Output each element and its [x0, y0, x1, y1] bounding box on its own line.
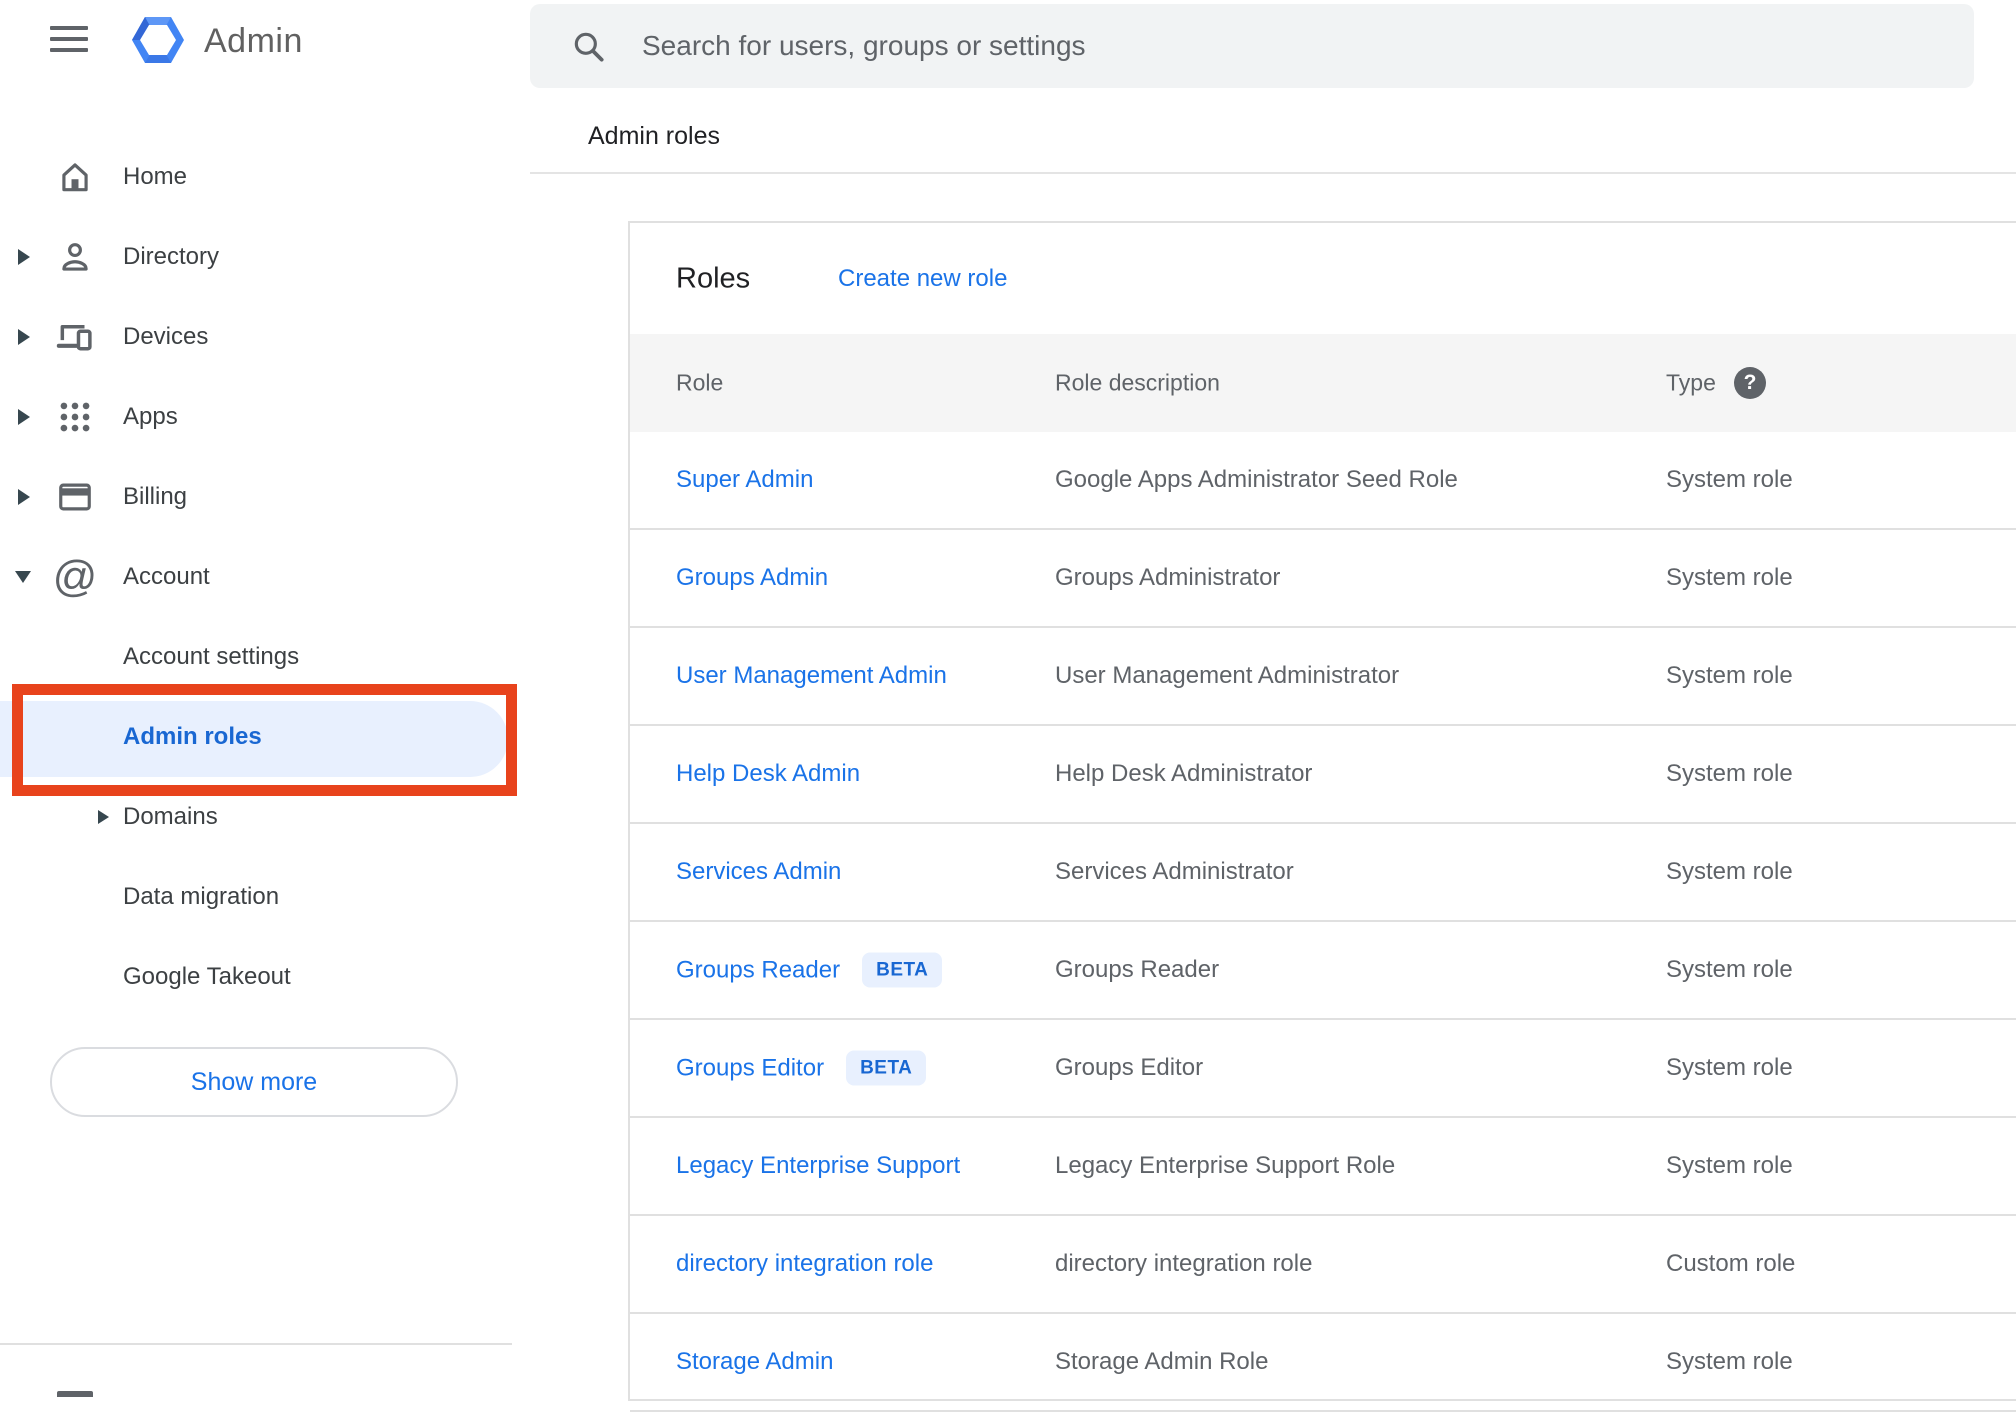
beta-badge: BETA — [862, 952, 943, 988]
app-title: Admin — [204, 22, 303, 60]
sidebar-item-directory[interactable]: Directory — [0, 217, 514, 297]
sidebar-item-label: Domains — [123, 803, 218, 830]
person-icon — [56, 238, 94, 276]
roles-card-header: Roles Create new role — [630, 223, 2016, 334]
role-link[interactable]: Help Desk Admin — [676, 760, 860, 788]
role-link[interactable]: Groups Admin — [676, 564, 828, 592]
role-description: User Management Administrator — [1055, 662, 1400, 689]
sidebar-divider — [0, 1343, 512, 1345]
column-header-type: Type — [1666, 369, 1716, 396]
role-type: System role — [1666, 564, 1793, 591]
role-type: System role — [1666, 1054, 1793, 1081]
home-icon — [56, 158, 94, 196]
role-link[interactable]: Super Admin — [676, 466, 813, 494]
roles-card: Roles Create new role Role Role descript… — [628, 221, 2016, 1412]
create-new-role-link[interactable]: Create new role — [838, 265, 1007, 293]
table-header-row: Role Role description Type ? — [630, 334, 2016, 432]
sidebar-item-google-takeout[interactable]: Google Takeout — [0, 937, 514, 1017]
role-description: Groups Reader — [1055, 956, 1220, 983]
collapse-arrow-icon[interactable] — [15, 571, 31, 583]
column-header-description: Role description — [1055, 369, 1220, 396]
role-link[interactable]: Services Admin — [676, 858, 841, 886]
breadcrumb: Admin roles — [588, 122, 720, 150]
sidebar-item-label: Data migration — [123, 883, 280, 910]
role-link[interactable]: Storage Admin — [676, 1348, 833, 1376]
table-row: directory integration role directory int… — [630, 1216, 2016, 1314]
sidebar-item-label: Directory — [123, 243, 220, 270]
devices-icon — [56, 318, 94, 356]
sidebar-item-admin-roles[interactable]: Admin roles — [0, 697, 514, 777]
partial-sidebar-icon — [57, 1391, 93, 1397]
roles-title: Roles — [676, 262, 751, 294]
expand-arrow-icon[interactable] — [18, 409, 30, 425]
role-link[interactable]: Legacy Enterprise Support — [676, 1152, 960, 1180]
table-row: Storage Admin Storage Admin Role System … — [630, 1314, 2016, 1412]
sidebar-item-billing[interactable]: Billing — [0, 457, 514, 537]
column-header-role: Role — [676, 369, 724, 396]
credit-card-icon — [56, 478, 94, 516]
role-description: Services Administrator — [1055, 858, 1294, 885]
table-row: Groups Editor BETA Groups Editor System … — [630, 1020, 2016, 1118]
show-more-button[interactable]: Show more — [50, 1047, 458, 1117]
role-description: Groups Administrator — [1055, 564, 1281, 591]
sidebar-item-label: Devices — [123, 323, 209, 350]
apps-grid-icon — [56, 398, 94, 436]
expand-arrow-icon[interactable] — [18, 489, 30, 505]
role-description: Google Apps Administrator Seed Role — [1055, 466, 1458, 493]
sidebar-item-domains[interactable]: Domains — [0, 777, 514, 857]
role-type: System role — [1666, 858, 1793, 885]
expand-arrow-icon[interactable] — [98, 810, 109, 824]
sidebar-item-account[interactable]: @ Account — [0, 537, 514, 617]
role-type: System role — [1666, 1152, 1793, 1179]
table-row: User Management Admin User Management Ad… — [630, 628, 2016, 726]
table-row: Help Desk Admin Help Desk Administrator … — [630, 726, 2016, 824]
table-row: Groups Admin Groups Administrator System… — [630, 530, 2016, 628]
sidebar-item-devices[interactable]: Devices — [0, 297, 514, 377]
at-icon: @ — [52, 552, 98, 601]
search-bar — [530, 4, 1974, 88]
sidebar-item-label: Google Takeout — [123, 963, 291, 990]
role-type: System role — [1666, 760, 1793, 787]
role-description: Legacy Enterprise Support Role — [1055, 1152, 1396, 1179]
role-description: directory integration role — [1055, 1250, 1313, 1277]
help-icon[interactable]: ? — [1734, 367, 1766, 399]
sidebar-item-apps[interactable]: Apps — [0, 377, 514, 457]
show-more-label: Show more — [190, 1067, 318, 1096]
role-type: System role — [1666, 1348, 1793, 1375]
role-type: System role — [1666, 662, 1793, 689]
table-row: Super Admin Google Apps Administrator Se… — [630, 432, 2016, 530]
role-link[interactable]: directory integration role — [676, 1250, 933, 1278]
search-icon — [574, 32, 604, 62]
role-description: Storage Admin Role — [1055, 1348, 1269, 1375]
table-row: Services Admin Services Administrator Sy… — [630, 824, 2016, 922]
sidebar-item-data-migration[interactable]: Data migration — [0, 857, 514, 937]
header-divider — [530, 172, 2016, 174]
role-description: Groups Editor — [1055, 1054, 1204, 1081]
role-link[interactable]: User Management Admin — [676, 662, 947, 690]
sidebar-item-label: Account — [123, 563, 210, 590]
sidebar-item-label: Admin roles — [123, 723, 262, 750]
role-link[interactable]: Groups Editor — [676, 1054, 824, 1082]
role-type: Custom role — [1666, 1250, 1796, 1277]
sidebar-item-label: Billing — [123, 483, 188, 510]
role-link[interactable]: Groups Reader — [676, 956, 840, 984]
menu-icon[interactable] — [50, 26, 88, 52]
sidebar-item-home[interactable]: Home — [0, 137, 514, 217]
sidebar-item-label: Apps — [123, 403, 178, 430]
beta-badge: BETA — [846, 1050, 927, 1086]
expand-arrow-icon[interactable] — [18, 329, 30, 345]
search-input[interactable] — [642, 4, 1942, 88]
role-type: System role — [1666, 956, 1793, 983]
sidebar-item-account-settings[interactable]: Account settings — [0, 617, 514, 697]
expand-arrow-icon[interactable] — [18, 249, 30, 265]
role-type: System role — [1666, 466, 1793, 493]
table-row: Groups Reader BETA Groups Reader System … — [630, 922, 2016, 1020]
sidebar-item-label: Home — [123, 163, 188, 190]
role-description: Help Desk Administrator — [1055, 760, 1313, 787]
admin-logo — [132, 17, 184, 63]
table-row: Legacy Enterprise Support Legacy Enterpr… — [630, 1118, 2016, 1216]
sidebar-item-label: Account settings — [123, 643, 300, 670]
